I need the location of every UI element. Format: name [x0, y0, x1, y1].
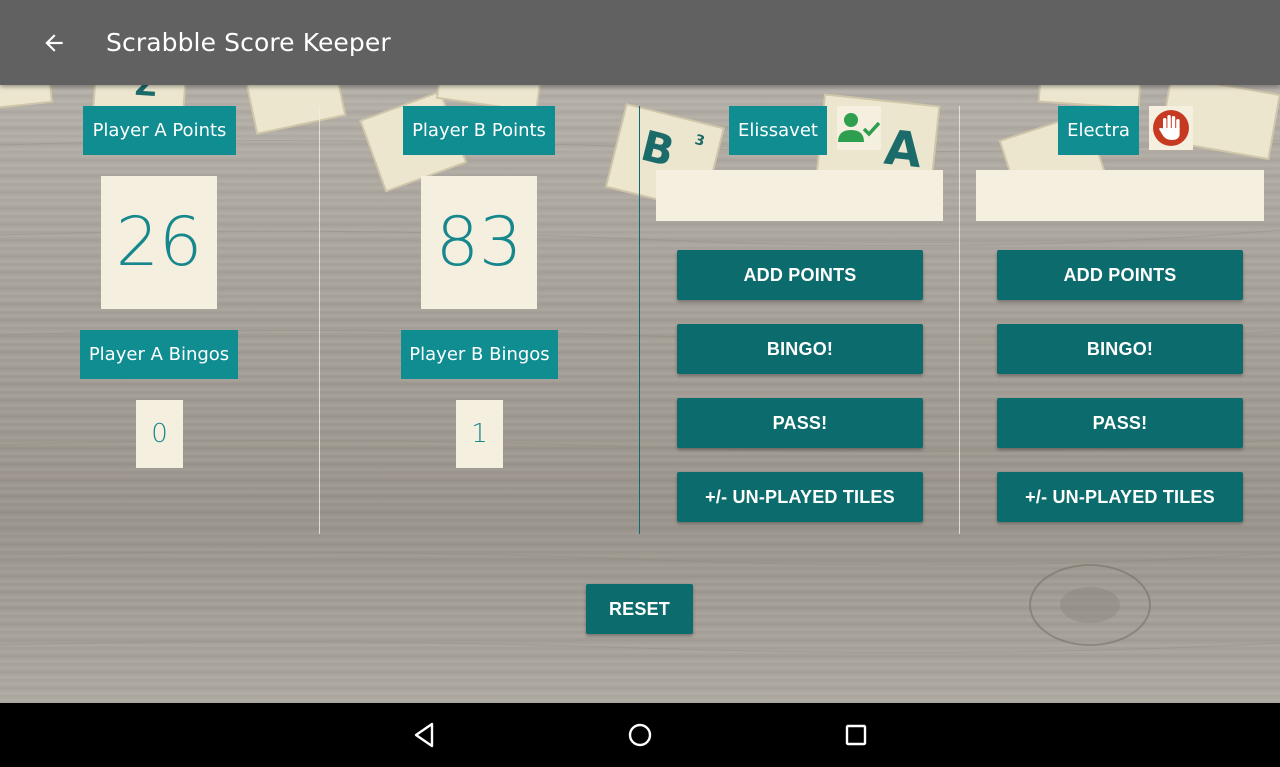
player-b-score: 83 [421, 176, 537, 309]
column-divider [639, 106, 640, 534]
column-divider [959, 106, 960, 534]
nav-home-icon[interactable] [620, 715, 660, 755]
pass-button[interactable]: PASS! [677, 398, 923, 448]
stop-hand-icon [1149, 106, 1193, 150]
add-points-button[interactable]: ADD POINTS [677, 250, 923, 300]
add-points-button[interactable]: ADD POINTS [997, 250, 1243, 300]
bingo-button[interactable]: BINGO! [997, 324, 1243, 374]
unplayed-tiles-button[interactable]: +/- UN-PLAYED TILES [997, 472, 1243, 522]
player-a-score: 26 [101, 176, 217, 309]
player-b-bingos-label: Player B Bingos [401, 330, 558, 379]
navigation-bar [0, 703, 1280, 767]
player-b-points-label: Player B Points [403, 106, 555, 155]
nav-back-icon[interactable] [405, 715, 445, 755]
player-b-bingos: 1 [456, 400, 503, 468]
person-check-icon [837, 106, 881, 150]
player-2-name: Electra [1058, 106, 1139, 155]
app-bar: Scrabble Score Keeper [0, 0, 1280, 85]
arrow-left-icon[interactable] [34, 23, 74, 63]
column-divider [319, 106, 320, 534]
nav-recents-icon[interactable] [836, 715, 876, 755]
points-input-player-2[interactable] [976, 170, 1264, 221]
points-input-player-1[interactable] [656, 170, 943, 221]
app-title: Scrabble Score Keeper [106, 28, 391, 57]
pass-button[interactable]: PASS! [997, 398, 1243, 448]
reset-button[interactable]: RESET [586, 584, 693, 634]
player-a-bingos: 0 [136, 400, 183, 468]
bingo-button[interactable]: BINGO! [677, 324, 923, 374]
player-1-name: Elissavet [729, 106, 827, 155]
player-a-bingos-label: Player A Bingos [80, 330, 238, 379]
player-a-points-label: Player A Points [83, 106, 236, 155]
svg-text:Z: Z [134, 85, 158, 104]
unplayed-tiles-button[interactable]: +/- UN-PLAYED TILES [677, 472, 923, 522]
